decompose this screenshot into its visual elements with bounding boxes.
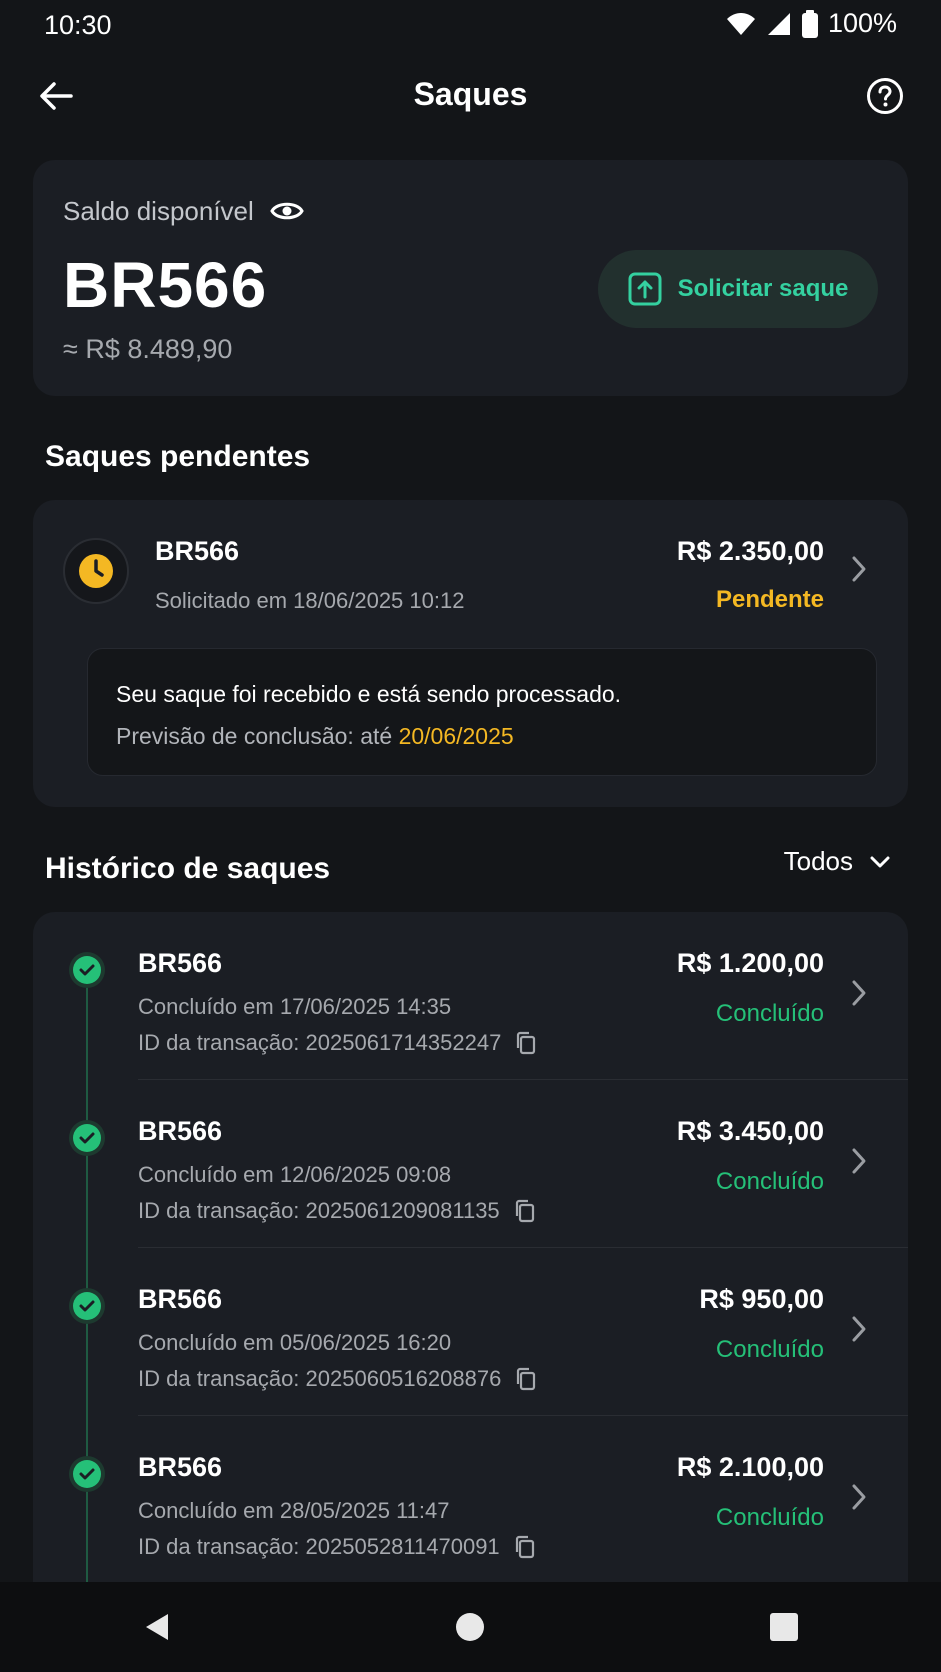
history-amount: R$ 950,00	[699, 1284, 824, 1314]
balance-label-row: Saldo disponível	[63, 194, 304, 228]
history-item[interactable]: BR566 Concluído em 05/06/2025 16:20 ID d…	[33, 1248, 908, 1416]
copy-icon[interactable]	[512, 1198, 538, 1224]
history-status: Concluído	[715, 1000, 824, 1027]
chevron-right-icon	[848, 1314, 870, 1344]
battery-icon	[801, 9, 818, 38]
pending-withdrawal-item[interactable]: BR566 Solicitado em 18/06/2025 10:12 R$ …	[33, 500, 908, 640]
nav-recents-button[interactable]	[754, 1597, 814, 1657]
history-date: Concluído em 17/06/2025 14:35	[138, 994, 452, 1019]
copy-icon[interactable]	[512, 1534, 538, 1560]
system-nav-bar	[0, 1582, 941, 1672]
history-card: BR566 Concluído em 17/06/2025 14:35 ID d…	[33, 912, 908, 1672]
completed-dot	[69, 1120, 105, 1156]
history-date: Concluído em 05/06/2025 16:20	[138, 1330, 452, 1355]
history-item[interactable]: BR566 Concluído em 28/05/2025 11:47 ID d…	[33, 1416, 908, 1584]
history-status: Concluído	[715, 1504, 824, 1531]
history-amount: R$ 2.100,00	[676, 1452, 824, 1482]
chevron-right-icon	[848, 1482, 870, 1512]
history-id-row: ID da transação: 2025061209081135	[138, 1198, 538, 1224]
completed-dot	[69, 1456, 105, 1492]
status-bar: 10:30 100%	[0, 0, 941, 50]
completed-dot	[69, 1288, 105, 1324]
forecast-date: 20/06/2025	[398, 723, 514, 749]
request-withdrawal-label: Solicitar saque	[677, 275, 849, 302]
chevron-right-icon	[848, 554, 870, 584]
completed-dot	[69, 952, 105, 988]
eye-icon[interactable]	[270, 194, 304, 228]
history-id-row: ID da transação: 2025061714352247	[138, 1030, 539, 1056]
history-name: BR566	[138, 1452, 223, 1482]
check-icon	[79, 1132, 95, 1144]
wifi-icon	[726, 12, 755, 35]
copy-icon[interactable]	[513, 1030, 539, 1056]
request-withdrawal-button[interactable]: Solicitar saque	[598, 250, 878, 328]
history-transaction-id: ID da transação: 2025061714352247	[138, 1030, 502, 1055]
history-name: BR566	[138, 1116, 223, 1146]
square-recents-icon	[770, 1613, 799, 1641]
pending-date: Solicitado em 18/06/2025 10:12	[155, 588, 465, 613]
chevron-right-icon	[848, 1146, 870, 1176]
check-icon	[79, 1300, 95, 1312]
history-name: BR566	[138, 948, 223, 978]
balance-approx: ≈ R$ 8.489,90	[63, 334, 233, 364]
history-transaction-id: ID da transação: 2025060516208876	[138, 1366, 502, 1391]
balance-label: Saldo disponível	[63, 195, 254, 226]
history-transaction-id: ID da transação: 2025061209081135	[138, 1198, 500, 1223]
chevron-right-icon	[848, 978, 870, 1008]
history-amount: R$ 1.200,00	[676, 948, 824, 978]
status-icons: 100%	[726, 8, 897, 39]
chevron-down-icon	[870, 856, 890, 867]
history-item[interactable]: BR566 Concluído em 17/06/2025 14:35 ID d…	[33, 912, 908, 1080]
check-icon	[79, 964, 95, 976]
forecast-prefix: Previsão de conclusão: até	[116, 723, 399, 749]
signal-icon	[767, 12, 790, 35]
nav-back-button[interactable]	[127, 1597, 187, 1657]
history-filter-label: Todos	[783, 846, 853, 876]
triangle-back-icon	[145, 1614, 168, 1640]
balance-card: Saldo disponível BR566 ≈ R$ 8.489,90 Sol…	[33, 160, 908, 396]
circle-home-icon	[456, 1613, 485, 1641]
balance-amount: BR566	[63, 249, 268, 321]
history-section-title: Histórico de saques	[45, 852, 331, 885]
battery-percent: 100%	[827, 8, 897, 38]
pending-amount: R$ 2.350,00	[676, 536, 824, 566]
status-time: 10:30	[44, 10, 112, 40]
pending-info-box: Seu saque foi recebido e está sendo proc…	[87, 648, 877, 776]
help-icon	[867, 78, 903, 114]
history-transaction-id: ID da transação: 2025052811470091	[138, 1534, 500, 1559]
nav-home-button[interactable]	[440, 1597, 500, 1657]
history-id-row: ID da transação: 2025060516208876	[138, 1366, 539, 1392]
copy-icon[interactable]	[513, 1366, 539, 1392]
history-status: Concluído	[715, 1336, 824, 1363]
pending-info-forecast: Previsão de conclusão: até 20/06/2025	[116, 723, 514, 750]
clock-badge	[63, 538, 129, 604]
history-date: Concluído em 28/05/2025 11:47	[138, 1498, 450, 1523]
clock-icon	[79, 554, 113, 588]
header: Saques	[0, 60, 941, 132]
history-name: BR566	[138, 1284, 223, 1314]
history-status: Concluído	[715, 1168, 824, 1195]
page-title: Saques	[413, 76, 528, 112]
upload-icon	[628, 272, 662, 306]
check-icon	[79, 1468, 95, 1480]
history-amount: R$ 3.450,00	[676, 1116, 824, 1146]
history-item[interactable]: BR566 Concluído em 12/06/2025 09:08 ID d…	[33, 1080, 908, 1248]
pending-name: BR566	[155, 536, 240, 566]
help-button[interactable]	[861, 72, 909, 120]
pending-info-message: Seu saque foi recebido e está sendo proc…	[116, 681, 622, 707]
pending-card: BR566 Solicitado em 18/06/2025 10:12 R$ …	[33, 500, 908, 807]
pending-status: Pendente	[715, 586, 824, 613]
withdrawals-screen: 10:30 100% Saques Saldo disponível BR566…	[0, 0, 941, 1672]
history-date: Concluído em 12/06/2025 09:08	[138, 1162, 452, 1187]
history-filter-dropdown[interactable]: Todos	[784, 846, 891, 877]
history-id-row: ID da transação: 2025052811470091	[138, 1534, 538, 1560]
pending-section-title: Saques pendentes	[45, 440, 311, 473]
